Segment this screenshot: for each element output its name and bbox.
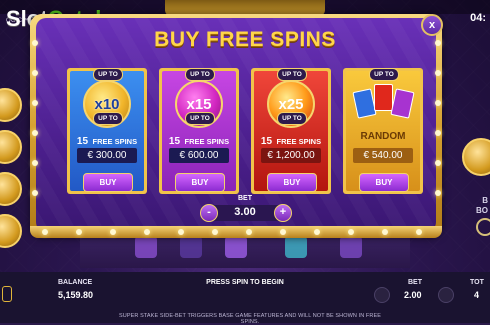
spins-count: 15	[260, 136, 273, 147]
bet-minus-button[interactable]: -	[200, 204, 218, 222]
reel-symbol	[285, 236, 307, 258]
marquee-bulb	[32, 130, 38, 136]
marquee-bulb	[42, 229, 48, 235]
total-value: 4	[474, 290, 480, 300]
upto-badge-mid: UP TO	[277, 112, 307, 125]
buy-button-x10[interactable]: BUY	[83, 173, 133, 192]
price-label: € 600.00	[169, 148, 229, 163]
marquee-bulb	[178, 229, 184, 235]
price-label: € 1,200.00	[261, 148, 321, 163]
bet-label-bottom: BET	[408, 279, 422, 286]
spins-count: 15	[76, 136, 89, 147]
random-cards-icon	[352, 82, 415, 120]
marquee-bulb	[435, 130, 441, 136]
modal-title: BUY FREE SPINS	[154, 28, 336, 51]
right-label-line2: BO	[476, 206, 488, 215]
marquee-bulb	[76, 229, 82, 235]
marquee-bulb	[435, 70, 441, 76]
marquee-bulb	[246, 229, 252, 235]
bet-value: 3.00	[234, 206, 256, 218]
price-label: € 300.00	[77, 148, 137, 163]
free-spins-text: 15 FREE SPINS	[159, 131, 239, 149]
bet-plus-button[interactable]: +	[274, 204, 292, 222]
marquee-bulb	[348, 229, 354, 235]
marquee-bulb	[435, 160, 441, 166]
marquee-bulb	[382, 229, 388, 235]
free-spins-text: 15 FREE SPINS	[251, 131, 331, 149]
marquee-bulb	[280, 229, 286, 235]
right-side-label: B BO	[476, 196, 488, 216]
marquee-bulb	[435, 100, 441, 106]
upto-badge-mid: UP TO	[185, 112, 215, 125]
close-button[interactable]: x	[421, 14, 443, 36]
buy-button-x25[interactable]: BUY	[267, 173, 317, 192]
marquee-bar	[30, 226, 442, 238]
spins-label: FREE SPINS	[184, 137, 230, 146]
upto-badge-mid: UP TO	[93, 112, 123, 125]
marquee-bulb	[32, 100, 38, 106]
marquee-bulb	[110, 229, 116, 235]
price-label: € 540.00	[353, 148, 413, 163]
marquee-bulb	[32, 70, 38, 76]
clock: 04:	[470, 12, 486, 24]
mini-card-red	[374, 84, 393, 111]
marquee-bulb	[212, 229, 218, 235]
bet-increase-button[interactable]	[438, 287, 454, 303]
balance-value: 5,159.80	[58, 290, 94, 300]
reel-symbol	[340, 236, 362, 258]
reel-symbol	[180, 236, 202, 258]
disclaimer-text: SUPER STAKE SIDE-BET TRIGGERS BASE GAME …	[119, 313, 381, 325]
buy-button-x15[interactable]: BUY	[175, 173, 225, 192]
spins-count: 15	[168, 136, 181, 147]
total-label: TOT	[470, 279, 484, 286]
mini-card-blue	[352, 88, 377, 119]
marquee-bulb	[416, 229, 422, 235]
free-spins-text: 15 FREE SPINS	[67, 131, 147, 149]
marquee-bulb	[435, 190, 441, 196]
reel-symbol	[225, 236, 247, 258]
bet-label: BET	[238, 195, 252, 202]
marquee-bulb	[144, 229, 150, 235]
balance-label: BALANCE	[58, 279, 93, 286]
spin-hint: PRESS SPIN TO BEGIN	[206, 279, 284, 286]
random-label: RANDOM	[360, 131, 406, 142]
spins-label: FREE SPINS	[276, 137, 322, 146]
bet-value-bottom: 2.00	[404, 290, 422, 300]
marquee-bulb	[314, 229, 320, 235]
marquee-bulb	[32, 190, 38, 196]
sound-icon[interactable]	[2, 286, 12, 302]
marquee-bulb	[32, 160, 38, 166]
right-label-line1: B	[482, 196, 488, 205]
bet-decrease-button[interactable]	[374, 287, 390, 303]
upto-badge-top: UP TO	[369, 68, 399, 81]
buy-button-random[interactable]: BUY	[359, 173, 409, 192]
spins-label: FREE SPINS	[92, 137, 138, 146]
diamond-icon[interactable]	[476, 218, 490, 236]
reel-symbol	[135, 236, 157, 258]
mini-card-purple	[390, 88, 415, 119]
